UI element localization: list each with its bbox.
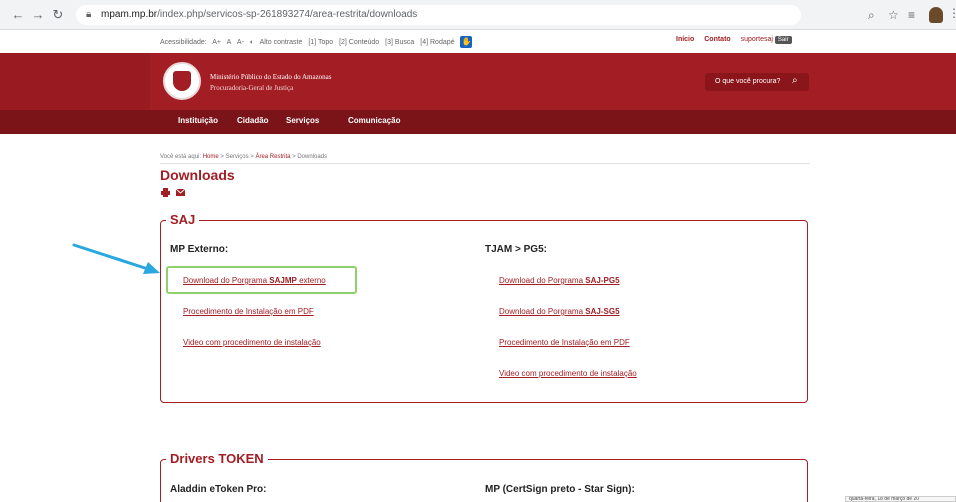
print-icon[interactable] bbox=[161, 188, 170, 197]
org-subtitle: Procuradoria-Geral de Justiça bbox=[210, 84, 294, 92]
download-saj-pg5-link[interactable]: Download do Porgrama SAJ-PG5 bbox=[499, 276, 620, 285]
tjam-install-video-link[interactable]: Video com procedimento de instalação bbox=[499, 369, 637, 378]
address-bar[interactable]: 🔒︎ mpam.mp.br/index.php/servicos-sp-2618… bbox=[76, 5, 801, 25]
certsign-heading: MP (CertSign preto - Star Sign): bbox=[485, 484, 635, 495]
sign-language-icon[interactable]: ✋ bbox=[460, 36, 473, 48]
search-placeholder: O que você procura? bbox=[715, 78, 781, 85]
tjam-install-pdf-link[interactable]: Procedimento de Instalação em PDF bbox=[499, 338, 630, 347]
extension-icon[interactable]: ≡ bbox=[908, 7, 915, 23]
annotation-arrow-icon bbox=[72, 243, 160, 274]
highlight-box bbox=[166, 266, 357, 294]
site-search-input[interactable]: O que você procura? ⌕ bbox=[705, 73, 809, 91]
zoom-icon[interactable]: ⌕ bbox=[868, 7, 875, 23]
font-reset-button[interactable]: A bbox=[227, 39, 232, 46]
skip-content-link[interactable]: [2] Conteúdo bbox=[339, 39, 379, 46]
font-increase-button[interactable]: A+ bbox=[212, 39, 221, 46]
menu-icon[interactable]: ⋮ bbox=[948, 6, 956, 20]
download-saj-sg5-link[interactable]: Download do Porgrama SAJ-SG5 bbox=[499, 307, 620, 316]
high-contrast-link[interactable]: Alto contraste bbox=[260, 39, 303, 46]
date-tooltip: quarta-feira, 18 de março de 20 bbox=[845, 496, 956, 502]
user-links: Início Contato suportesaj Sair bbox=[676, 36, 792, 44]
divider bbox=[160, 163, 810, 164]
search-icon[interactable]: ⌕ bbox=[792, 75, 798, 86]
nav-cidadao[interactable]: Cidadão bbox=[237, 116, 269, 125]
breadcrumb-home[interactable]: Home bbox=[203, 154, 219, 160]
back-icon[interactable]: ← bbox=[10, 7, 26, 23]
breadcrumb-current: Downloads bbox=[297, 154, 328, 160]
reload-icon[interactable]: ↻ bbox=[50, 7, 66, 23]
aladdin-heading: Aladdin eToken Pro: bbox=[170, 484, 267, 495]
email-icon[interactable] bbox=[176, 189, 185, 196]
nav-servicos[interactable]: Serviços bbox=[286, 116, 319, 125]
site-header bbox=[0, 53, 956, 110]
accessibility-label: Acessibilidade: bbox=[160, 38, 207, 46]
org-name: Ministério Público do Estado do Amazonas bbox=[210, 73, 332, 81]
contrast-icon: ◐ bbox=[249, 38, 255, 46]
nav-comunicacao[interactable]: Comunicação bbox=[348, 116, 400, 125]
font-decrease-button[interactable]: A- bbox=[237, 39, 244, 46]
user-name: suportesaj bbox=[740, 36, 773, 43]
breadcrumb-area-restrita[interactable]: Área Restrita bbox=[255, 154, 290, 160]
mp-install-pdf-link[interactable]: Procedimento de Instalação em PDF bbox=[183, 307, 314, 316]
mp-externo-heading: MP Externo: bbox=[170, 244, 229, 255]
lock-icon: 🔒︎ bbox=[86, 9, 92, 20]
contato-link[interactable]: Contato bbox=[704, 36, 730, 43]
url-text: mpam.mp.br/index.php/servicos-sp-2618932… bbox=[101, 9, 418, 20]
mpam-logo[interactable] bbox=[163, 62, 201, 100]
skip-search-link[interactable]: [3] Busca bbox=[385, 39, 414, 46]
breadcrumb-servicos[interactable]: Serviços bbox=[226, 154, 249, 160]
logout-button[interactable]: Sair bbox=[774, 36, 792, 44]
saj-legend: SAJ bbox=[166, 212, 200, 227]
inicio-link[interactable]: Início bbox=[676, 36, 694, 43]
drivers-token-legend: Drivers TOKEN bbox=[166, 451, 268, 466]
profile-icon[interactable] bbox=[929, 7, 943, 23]
skip-top-link[interactable]: [1] Topo bbox=[308, 39, 333, 46]
tjam-pg5-heading: TJAM > PG5: bbox=[485, 244, 547, 255]
star-icon[interactable]: ☆ bbox=[888, 7, 899, 23]
main-nav bbox=[0, 110, 956, 134]
breadcrumb: Você está aqui: Home > Serviços > Área R… bbox=[160, 154, 328, 160]
nav-instituicao[interactable]: Instituição bbox=[178, 116, 218, 125]
forward-icon[interactable]: → bbox=[30, 7, 46, 23]
mp-install-video-link[interactable]: Video com procedimento de instalação bbox=[183, 338, 321, 347]
page-title: Downloads bbox=[160, 167, 235, 183]
skip-footer-link[interactable]: [4] Rodapé bbox=[420, 39, 454, 46]
